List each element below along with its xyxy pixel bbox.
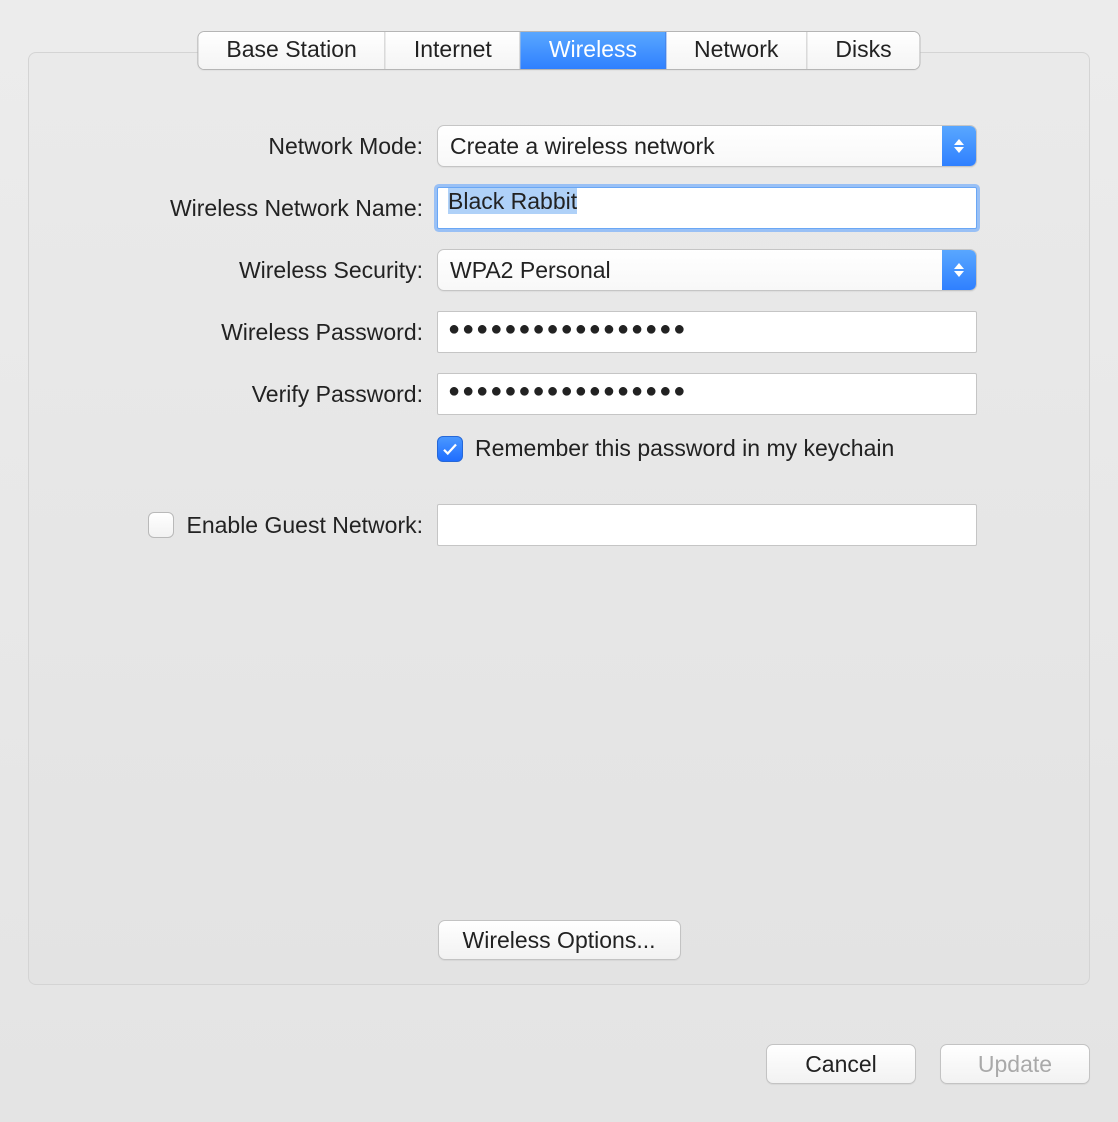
remember-keychain-checkbox[interactable] — [437, 436, 463, 462]
verify-password-mask: ●●●●●●●●●●●●●●●●● — [448, 380, 687, 402]
remember-keychain-label: Remember this password in my keychain — [475, 435, 894, 462]
guest-network-label: Enable Guest Network: — [186, 512, 423, 539]
popup-arrows-icon — [942, 126, 976, 166]
network-name-label: Wireless Network Name: — [29, 195, 437, 222]
wireless-options-button[interactable]: Wireless Options... — [438, 920, 681, 960]
popup-arrows-icon — [942, 250, 976, 290]
tab-network[interactable]: Network — [666, 32, 807, 69]
password-mask: ●●●●●●●●●●●●●●●●● — [448, 318, 687, 340]
network-name-input[interactable]: Black Rabbit — [437, 187, 977, 229]
checkmark-icon — [152, 516, 170, 534]
verify-label: Verify Password: — [29, 381, 437, 408]
verify-password-input[interactable]: ●●●●●●●●●●●●●●●●● — [437, 373, 977, 415]
network-mode-popup[interactable]: Create a wireless network — [437, 125, 977, 167]
security-value: WPA2 Personal — [450, 257, 611, 284]
settings-tabs: Base Station Internet Wireless Network D… — [197, 31, 920, 70]
checkmark-icon — [441, 440, 459, 458]
password-input[interactable]: ●●●●●●●●●●●●●●●●● — [437, 311, 977, 353]
cancel-button[interactable]: Cancel — [766, 1044, 916, 1084]
guest-network-checkbox[interactable] — [148, 512, 174, 538]
security-label: Wireless Security: — [29, 257, 437, 284]
tab-disks[interactable]: Disks — [807, 32, 919, 69]
network-name-value: Black Rabbit — [448, 188, 577, 214]
guest-network-name-input[interactable] — [437, 504, 977, 546]
security-popup[interactable]: WPA2 Personal — [437, 249, 977, 291]
network-mode-value: Create a wireless network — [450, 133, 715, 160]
tab-internet[interactable]: Internet — [386, 32, 521, 69]
tab-base-station[interactable]: Base Station — [198, 32, 385, 69]
wireless-form: Network Mode: Create a wireless network … — [29, 125, 1089, 546]
airport-utility-wireless-pane: Base Station Internet Wireless Network D… — [0, 0, 1118, 1122]
network-mode-label: Network Mode: — [29, 133, 437, 160]
tab-wireless[interactable]: Wireless — [521, 32, 666, 69]
dialog-footer: Cancel Update — [766, 1044, 1090, 1084]
password-label: Wireless Password: — [29, 319, 437, 346]
wireless-panel: Network Mode: Create a wireless network … — [28, 52, 1090, 985]
update-button[interactable]: Update — [940, 1044, 1090, 1084]
